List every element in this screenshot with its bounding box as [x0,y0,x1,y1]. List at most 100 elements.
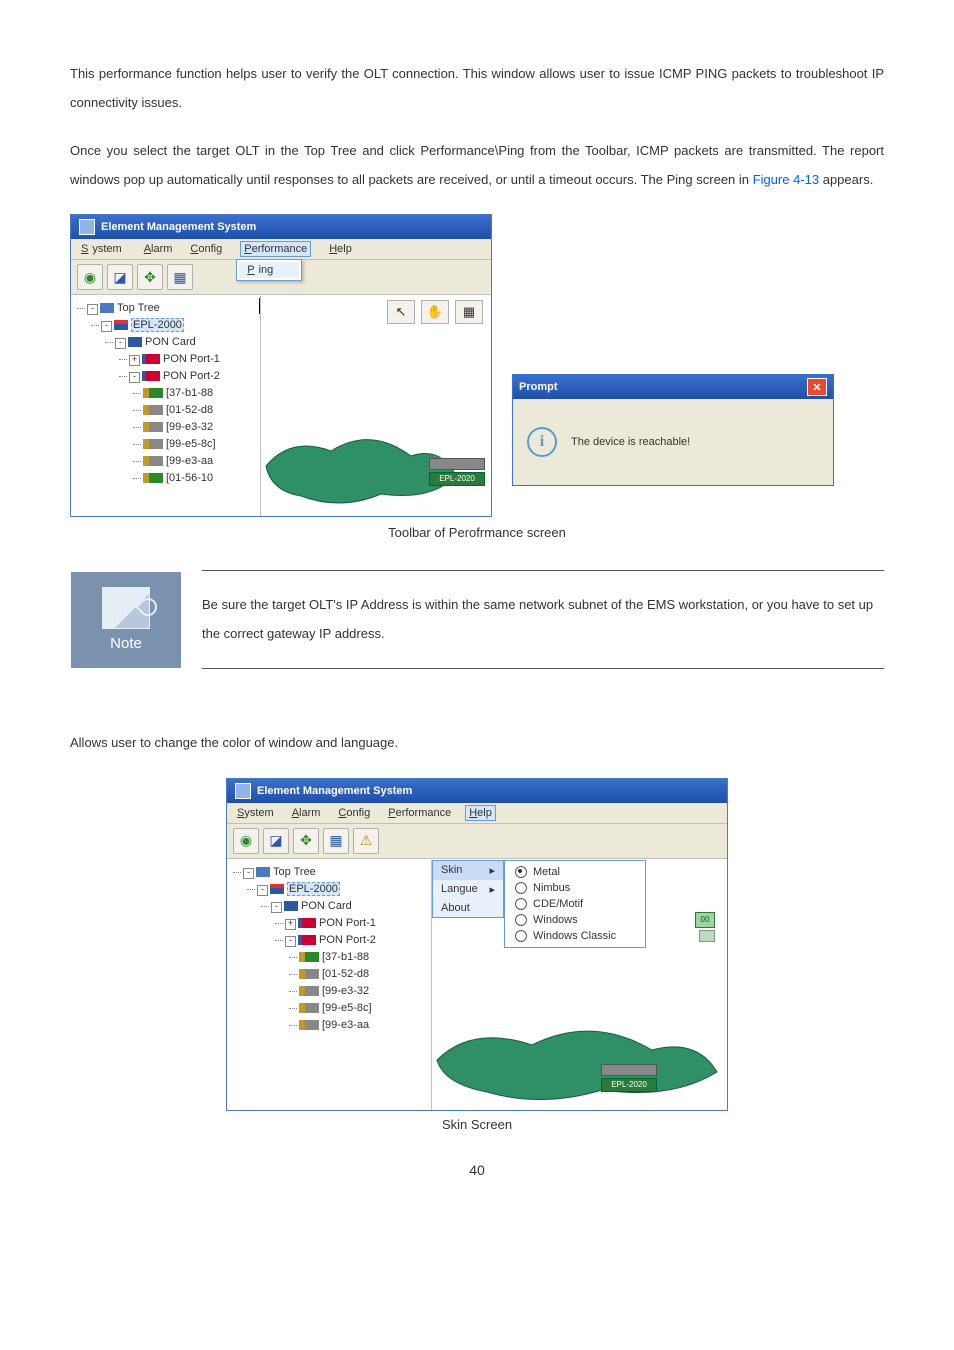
onu-icon [143,473,163,483]
tree-card[interactable]: PON Card [145,336,196,348]
menu-system[interactable]: System [77,241,130,257]
menu-config[interactable]: Config [334,805,374,821]
figure-link[interactable]: Figure 4-13 [753,172,819,187]
menu-alarm[interactable]: Alarm [140,241,177,257]
onu-icon [143,439,163,449]
onu-icon [299,1020,319,1030]
paragraph-1: This performance function helps user to … [70,60,884,117]
tree-onu[interactable]: [99-e3-aa [166,455,213,467]
tree-port1[interactable]: PON Port-1 [163,353,220,365]
onu-icon [143,422,163,432]
toolbar-btn-1[interactable]: ◉ [233,828,259,854]
toolbar-btn-3[interactable]: ✥ [293,828,319,854]
radio-icon [515,930,527,942]
onu-icon [299,969,319,979]
note-block: Note Be sure the target OLT's IP Address… [70,570,884,669]
tree-panel: -Top Tree -EPL-2000 -PON Card +PON Port-… [227,860,432,1110]
expander-icon[interactable]: - [257,885,268,896]
port-icon [298,918,316,928]
toolbar-btn-3[interactable]: ✥ [137,264,163,290]
tree-onu[interactable]: [99-e5-8c] [166,438,216,450]
device-box: EPL-2020 [429,458,485,486]
tree-port1[interactable]: PON Port-1 [319,917,376,929]
p2-text-b: appears. [819,172,873,187]
toolbar-btn-2[interactable]: ◪ [107,264,133,290]
tree-epl[interactable]: EPL-2000 [131,318,184,332]
expander-icon[interactable]: - [115,338,126,349]
menu-item-skin[interactable]: Skin▸ [433,861,503,880]
tree-port2[interactable]: PON Port-2 [319,934,376,946]
menu-help[interactable]: Help [465,805,496,821]
note-label: Note [110,635,142,652]
tree-onu[interactable]: [37-b1-88 [166,387,213,399]
menu-item-ping[interactable]: Ping [239,262,299,278]
skin-option-nimbus[interactable]: Nimbus [505,880,645,896]
tree-root[interactable]: Top Tree [117,302,160,314]
expander-icon[interactable]: - [243,868,254,879]
tree-epl[interactable]: EPL-2000 [287,882,340,896]
port-icon [142,371,160,381]
help-dropdown: Skin▸ Langue▸ About [432,860,504,918]
tree-onu[interactable]: [37-b1-88 [322,951,369,963]
toolbar-btn-4[interactable]: ▦ [167,264,193,290]
close-icon[interactable]: ✕ [807,378,827,396]
toolbar-btn-1[interactable]: ◉ [77,264,103,290]
ems-window-screenshot: Element Management System System Alarm C… [70,214,492,517]
tree-port2[interactable]: PON Port-2 [163,370,220,382]
toolbar-btn-2[interactable]: ◪ [263,828,289,854]
tree-card[interactable]: PON Card [301,900,352,912]
tree-root[interactable]: Top Tree [273,866,316,878]
caption-skin: Skin Screen [70,1117,884,1132]
expander-icon[interactable]: - [285,936,296,947]
tree-onu[interactable]: [99-e3-32 [166,421,213,433]
epl-icon [114,320,128,330]
canvas-tool-grid[interactable]: ▦ [455,300,483,324]
ems-window-skin-screenshot: Element Management System System Alarm C… [226,778,728,1111]
toolbar-btn-4[interactable]: ▦ [323,828,349,854]
note-text: Be sure the target OLT's IP Address is w… [202,571,884,669]
skin-option-metal[interactable]: Metal [505,864,645,880]
tree-onu[interactable]: [01-52-d8 [322,968,369,980]
menubar: System Alarm Config Performance Help [227,803,727,824]
menu-performance[interactable]: Performance [384,805,455,821]
skin-option-classic[interactable]: Windows Classic [505,928,645,944]
note-icon: Note [71,572,181,668]
page-number: 40 [70,1162,884,1178]
menu-item-langue[interactable]: Langue▸ [433,880,503,899]
skin-option-cde[interactable]: CDE/Motif [505,896,645,912]
menu-system[interactable]: System [233,805,278,821]
window-title: Element Management System [101,221,256,233]
card-icon [128,337,142,347]
expander-icon[interactable]: - [87,304,98,315]
performance-dropdown: Ping [236,259,302,281]
menu-alarm[interactable]: Alarm [288,805,325,821]
canvas-tool-hand[interactable]: ✋ [421,300,449,324]
expander-icon[interactable]: - [129,372,140,383]
tree-onu[interactable]: [01-56-10 [166,472,213,484]
menu-item-about[interactable]: About [433,899,503,917]
expander-icon[interactable]: + [285,919,296,930]
paragraph-3: Allows user to change the color of windo… [70,729,884,758]
menu-performance[interactable]: Performance [240,241,311,257]
onu-icon [299,986,319,996]
radio-icon [515,866,527,878]
expander-icon[interactable]: + [129,355,140,366]
tree-onu[interactable]: [99-e3-aa [322,1019,369,1031]
submenu-arrow-icon: ▸ [489,883,495,896]
tree-onu[interactable]: [99-e3-32 [322,985,369,997]
toolbar-btn-warn[interactable]: ⚠ [353,828,379,854]
expander-icon[interactable]: - [271,902,282,913]
paragraph-2: Once you select the target OLT in the To… [70,137,884,194]
tree-onu[interactable]: [99-e5-8c] [322,1002,372,1014]
tree-root-icon [100,303,114,313]
prompt-dialog: Prompt ✕ i The device is reachable! [512,374,834,486]
canvas-tool-pointer[interactable]: ↖ [387,300,415,324]
skin-option-windows[interactable]: Windows [505,912,645,928]
prompt-title: Prompt [519,381,558,393]
expander-icon[interactable]: - [101,321,112,332]
tree-onu[interactable]: [01-52-d8 [166,404,213,416]
radio-icon [515,898,527,910]
card-icon [284,901,298,911]
menu-help[interactable]: Help [325,241,356,257]
menu-config[interactable]: Config [186,241,226,257]
